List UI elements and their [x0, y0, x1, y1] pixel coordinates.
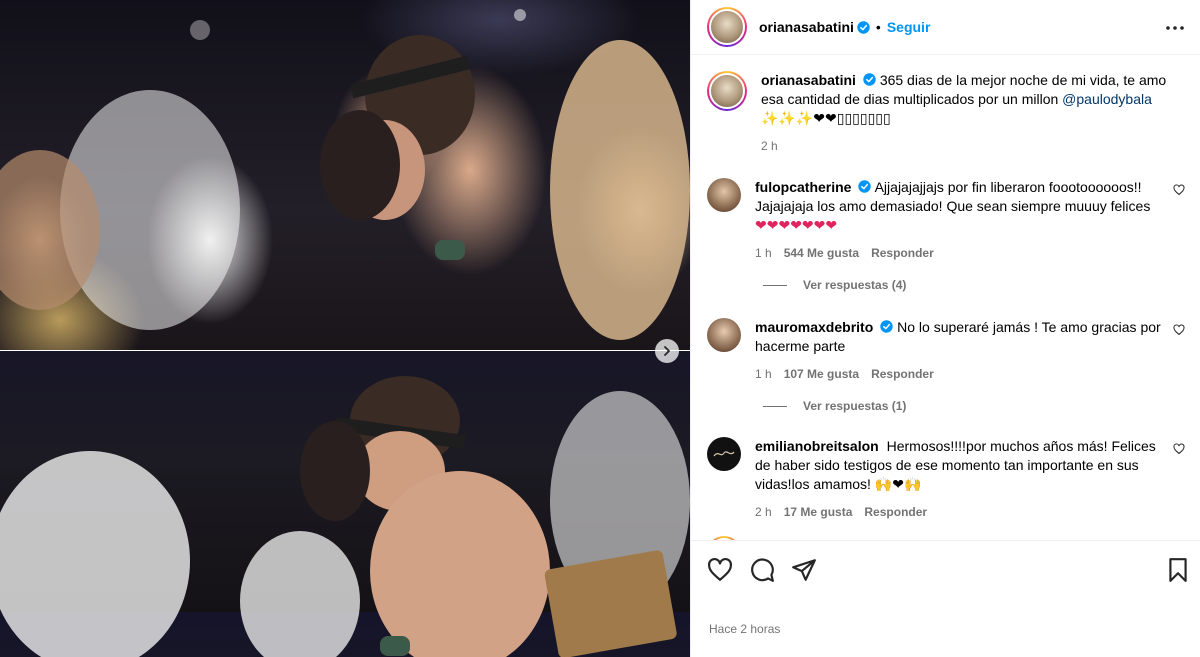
- post-photo-bottom: [0, 351, 690, 657]
- comments-list: orianasabatini 365 dias de la mejor noch…: [691, 56, 1200, 540]
- caption-emojis: ✨✨✨❤❤▯▯▯▯▯▯▯: [761, 110, 891, 126]
- commenter-username[interactable]: fulopcatherine: [755, 179, 851, 195]
- comment-item: mauromaxdebrito No lo superaré jamás ! T…: [707, 318, 1185, 384]
- comment-likes[interactable]: 107 Me gusta: [784, 365, 859, 384]
- reply-button[interactable]: Responder: [871, 244, 934, 263]
- post-actions: [691, 540, 1200, 600]
- photo-top-silhouettes: [0, 9, 690, 340]
- commenter-avatar[interactable]: [707, 437, 741, 471]
- author-avatar[interactable]: [707, 7, 747, 47]
- heart-icon[interactable]: [707, 557, 733, 583]
- header-separator: •: [875, 19, 881, 35]
- post-sidebar: orianasabatini • Seguir orianasabatini 3…: [690, 0, 1200, 657]
- carousel-next-button[interactable]: [655, 339, 679, 363]
- more-options-icon: [1166, 26, 1184, 30]
- commenter-username[interactable]: mauromaxdebrito: [755, 319, 873, 335]
- bookmark-icon[interactable]: [1165, 557, 1191, 583]
- reply-button[interactable]: Responder: [871, 365, 934, 384]
- caption: orianasabatini 365 dias de la mejor noch…: [707, 71, 1185, 156]
- comment-item: fulopcatherine Ajjajajajjajs por fin lib…: [707, 178, 1185, 263]
- comment-likes[interactable]: 544 Me gusta: [784, 244, 859, 263]
- comment-time[interactable]: 1 h: [755, 244, 772, 263]
- comment-meta: 2 h 17 Me gusta Responder: [755, 503, 1165, 522]
- view-replies-label: Ver respuestas (1): [803, 399, 907, 413]
- view-replies-label: Ver respuestas (4): [803, 278, 907, 292]
- verified-badge-icon: [880, 320, 893, 333]
- commenter-username[interactable]: emilianobreitsalon: [755, 438, 879, 454]
- view-replies-button[interactable]: Ver respuestas (4): [763, 278, 906, 292]
- commenter-avatar[interactable]: [707, 178, 741, 212]
- caption-username[interactable]: orianasabatini: [761, 72, 856, 88]
- caption-meta: 2 h: [761, 137, 1171, 156]
- comment-meta: 1 h 107 Me gusta Responder: [755, 365, 1165, 384]
- verified-badge-icon: [857, 20, 870, 34]
- verified-badge-icon: [863, 73, 876, 86]
- comment-emojis: 🙌❤🙌: [874, 476, 922, 492]
- view-replies-button[interactable]: Ver respuestas (1): [763, 399, 906, 413]
- reply-button[interactable]: Responder: [864, 503, 927, 522]
- comment-item: emilianobreitsalon Hermosos!!!!por mucho…: [707, 437, 1185, 522]
- comment-time[interactable]: 1 h: [755, 365, 772, 384]
- author-username[interactable]: orianasabatini: [759, 19, 854, 35]
- comment-likes[interactable]: 17 Me gusta: [784, 503, 853, 522]
- caption-mention-link[interactable]: @paulodybala: [1062, 91, 1152, 107]
- replies-line: [763, 284, 787, 286]
- post-header: orianasabatini • Seguir: [691, 0, 1200, 55]
- caption-time[interactable]: 2 h: [761, 137, 778, 156]
- comment-emojis: ❤❤❤❤❤❤❤: [755, 217, 838, 233]
- paper-plane-icon[interactable]: [791, 557, 817, 583]
- follow-button[interactable]: Seguir: [887, 19, 931, 35]
- comment-icon[interactable]: [749, 557, 775, 583]
- comment-meta: 1 h 544 Me gusta Responder: [755, 244, 1165, 263]
- commenter-avatar[interactable]: [707, 318, 741, 352]
- comment-time[interactable]: 2 h: [755, 503, 772, 522]
- post-timestamp: Hace 2 horas: [709, 622, 781, 636]
- verified-badge-icon: [858, 180, 872, 193]
- heart-icon[interactable]: [1173, 184, 1185, 196]
- more-options-button[interactable]: [1165, 18, 1185, 38]
- caption-avatar[interactable]: [707, 71, 747, 111]
- photo-bottom-silhouettes: [0, 376, 690, 657]
- chevron-right-icon: [664, 346, 670, 356]
- salon-logo-icon: [713, 451, 735, 457]
- post-media[interactable]: [0, 0, 690, 657]
- replies-line: [763, 405, 787, 407]
- heart-icon[interactable]: [1173, 443, 1185, 455]
- post-photo-top: [0, 0, 690, 350]
- heart-icon[interactable]: [1173, 324, 1185, 336]
